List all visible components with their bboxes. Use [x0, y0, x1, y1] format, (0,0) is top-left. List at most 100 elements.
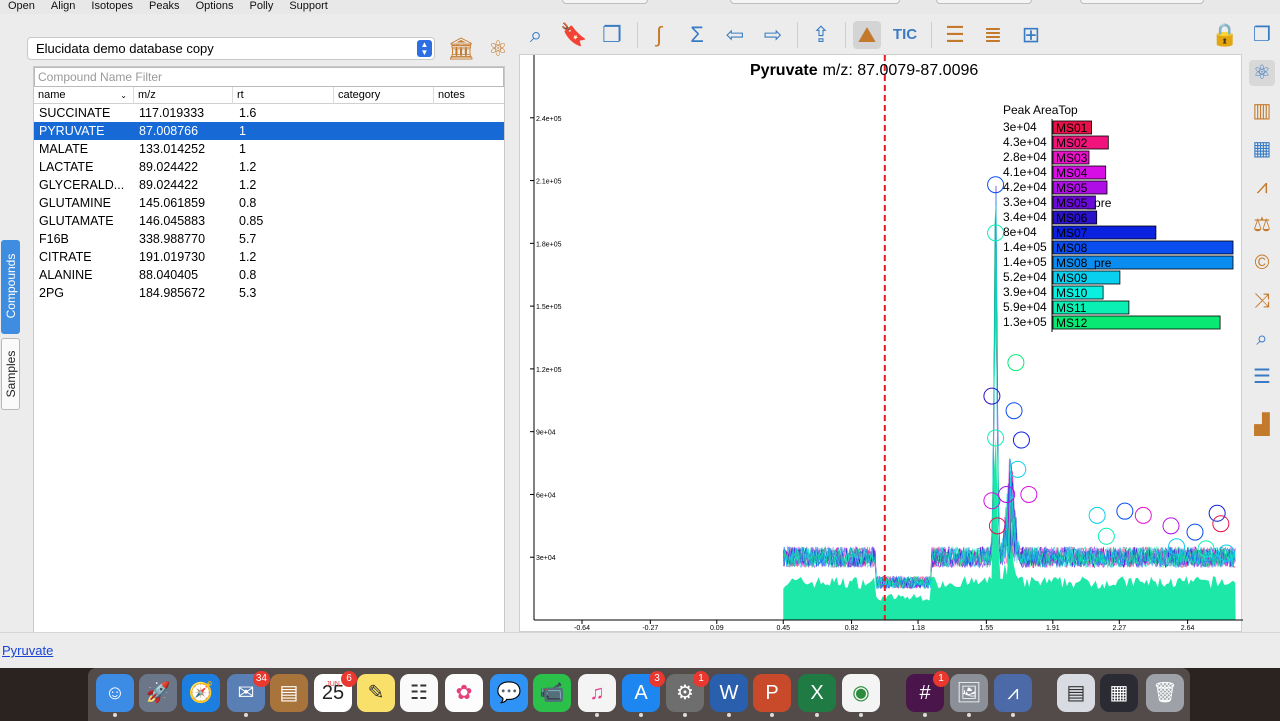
table-row[interactable]: GLYCERALD... 89.024422 1.2: [34, 176, 504, 194]
compound-table-panel: Compound Name Filter name ⌄ m/z rt catego…: [33, 66, 505, 634]
column-header-name[interactable]: name ⌄: [34, 87, 134, 104]
eic-peak-icon[interactable]: ⛰: [853, 21, 881, 49]
top-field-4[interactable]: [1080, 0, 1204, 4]
status-compound-link[interactable]: Pyruvate: [2, 643, 53, 658]
eic-plot[interactable]: 3e+04 6e+04 9e+04 1.2e+05 1.5e+05 1.8e+05 2.1e…: [519, 54, 1243, 632]
bar-align-icon[interactable]: ☰: [941, 21, 969, 49]
shuffle-icon[interactable]: ⤨: [1249, 288, 1275, 314]
cell-name: GLUTAMINE: [39, 196, 111, 210]
histogram-icon[interactable]: ▦: [1249, 136, 1275, 162]
slack-icon[interactable]: #1: [906, 671, 949, 717]
legend-value: 1.4e+05: [1003, 240, 1047, 254]
menu-peaks[interactable]: Peaks: [141, 0, 188, 12]
top-field-3[interactable]: [936, 0, 1032, 4]
lock-icon[interactable]: 🔒: [1211, 21, 1239, 49]
y-tick-label: 3e+04: [536, 555, 556, 562]
boxplot-icon[interactable]: ⊞: [1017, 21, 1045, 49]
tab-compounds[interactable]: Compounds: [1, 240, 20, 334]
search-chart-icon[interactable]: ⌕: [1249, 326, 1275, 352]
legend-name: MS03: [1056, 151, 1088, 165]
bookmark-icon[interactable]: 🔖: [560, 21, 588, 49]
cell-mz: 117.019333: [139, 106, 205, 120]
isotope-c-icon[interactable]: ©: [1249, 250, 1275, 276]
bar-stack-icon[interactable]: ≣: [979, 21, 1007, 49]
word-icon[interactable]: W: [710, 674, 748, 717]
table-row[interactable]: GLUTAMATE 146.045883 0.85: [34, 212, 504, 230]
table-row[interactable]: F16B 338.988770 5.7: [34, 230, 504, 248]
molecule-network-icon[interactable]: ⚛: [485, 36, 511, 62]
excel-icon[interactable]: X: [798, 674, 836, 717]
top-field-1[interactable]: [562, 0, 648, 4]
toolbar-divider: [637, 22, 638, 48]
database-select[interactable]: Elucidata demo database copy ▲ ▼: [27, 37, 435, 60]
legend-value: 4.3e+04: [1003, 135, 1047, 149]
maven-app-icon[interactable]: ⩘: [994, 674, 1032, 717]
menu-open[interactable]: Open: [0, 0, 43, 12]
column-header-rt[interactable]: rt: [233, 87, 334, 104]
column-header-notes[interactable]: notes: [434, 87, 504, 104]
itunes-icon[interactable]: ♫: [578, 674, 616, 717]
photos-icon[interactable]: ✿: [445, 674, 483, 712]
mail-icon[interactable]: ✉ 34: [227, 671, 270, 717]
list-icon[interactable]: ☰: [1249, 364, 1275, 390]
peak-marker: [1005, 402, 1023, 420]
menu-options[interactable]: Options: [188, 0, 242, 12]
spectrum-icon[interactable]: ⩘: [1249, 174, 1275, 200]
contacts-icon[interactable]: ▤: [270, 674, 308, 712]
cell-mz: 338.988770: [139, 232, 206, 246]
x-tick-label: -0.27: [642, 625, 658, 632]
arrow-right-icon[interactable]: ⇨: [759, 21, 787, 49]
tic-button[interactable]: TIC: [891, 21, 919, 49]
top-field-2[interactable]: [730, 0, 900, 4]
calendar-icon[interactable]: JUN 25 6: [314, 671, 357, 712]
tab-samples[interactable]: Samples: [1, 338, 20, 410]
preview-icon[interactable]: 🖼: [950, 674, 988, 717]
sum-icon[interactable]: Σ: [683, 21, 711, 49]
column-header-category[interactable]: category: [334, 87, 434, 104]
copy-icon[interactable]: ❐: [598, 21, 626, 49]
powerpoint-icon[interactable]: P: [753, 674, 791, 717]
messages-icon[interactable]: 💬: [490, 674, 528, 712]
notes-icon[interactable]: ✎: [357, 674, 395, 712]
trash-icon[interactable]: 🗑: [1146, 674, 1184, 712]
table-row[interactable]: PYRUVATE 87.008766 1: [34, 122, 504, 140]
menu-polly[interactable]: Polly: [241, 0, 281, 12]
table-row[interactable]: GLUTAMINE 145.061859 0.8: [34, 194, 504, 212]
column-header-mz[interactable]: m/z: [134, 87, 233, 104]
bar-chart-icon[interactable]: ▥: [1249, 98, 1275, 124]
menu-align[interactable]: Align: [43, 0, 83, 12]
compound-filter-input[interactable]: Compound Name Filter: [34, 67, 504, 87]
table-row[interactable]: 2PG 184.985672 5.3: [34, 284, 504, 302]
finder-icon[interactable]: ☺: [96, 674, 134, 717]
pathway-network-icon[interactable]: ⚛: [1249, 60, 1275, 86]
appstore-icon[interactable]: A3: [622, 671, 665, 717]
library-icon[interactable]: 🏛: [447, 36, 475, 62]
integrate-icon[interactable]: ∫: [645, 21, 673, 49]
screenshots-stack-icon[interactable]: ▦: [1100, 674, 1138, 712]
share-icon[interactable]: ⇪: [807, 21, 835, 49]
menu-support[interactable]: Support: [281, 0, 336, 12]
reminders-icon[interactable]: ☷: [400, 674, 438, 712]
chrome-icon[interactable]: ◉: [842, 674, 880, 717]
peak-marker: [1012, 431, 1030, 449]
menu-isotopes[interactable]: Isotopes: [83, 0, 141, 12]
cell-rt: 5.7: [239, 232, 257, 246]
documents-stack-icon[interactable]: ▤: [1057, 674, 1095, 712]
launchpad-icon[interactable]: 🚀: [139, 674, 177, 712]
align-settings-icon[interactable]: ⚖: [1249, 212, 1275, 238]
system-preferences-icon[interactable]: ⚙ 1: [666, 671, 709, 717]
cell-mz: 191.019730: [139, 250, 206, 264]
table-row[interactable]: LACTATE 89.024422 1.2: [34, 158, 504, 176]
table-row[interactable]: SUCCINATE 117.019333 1.6: [34, 104, 504, 122]
table-row[interactable]: ALANINE 88.040405 0.8: [34, 266, 504, 284]
arrow-left-icon[interactable]: ⇦: [721, 21, 749, 49]
windows-icon[interactable]: ❐: [1249, 22, 1275, 48]
stacked-bars-icon[interactable]: ▟: [1249, 412, 1275, 438]
zoom-icon[interactable]: ⌕: [522, 21, 550, 49]
legend-value: 1.3e+05: [1003, 315, 1047, 329]
safari-icon[interactable]: 🧭: [182, 674, 220, 712]
facetime-icon[interactable]: 📹: [533, 674, 571, 712]
y-tick-label: 2.1e+05: [536, 179, 562, 186]
table-row[interactable]: MALATE 133.014252 1: [34, 140, 504, 158]
table-row[interactable]: CITRATE 191.019730 1.2: [34, 248, 504, 266]
